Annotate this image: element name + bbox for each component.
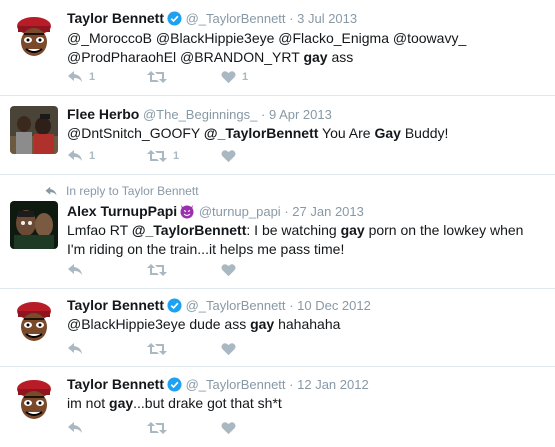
tweet-text: @_MoroccoB @BlackHippie3eye @Flacko_Enig… bbox=[67, 29, 547, 67]
reply-button[interactable]: 1 bbox=[67, 149, 95, 163]
highlighted-text: gay bbox=[250, 316, 275, 332]
tweet-timestamp[interactable]: 12 Jan 2012 bbox=[297, 377, 369, 392]
reply-icon bbox=[68, 422, 82, 433]
tweet-timestamp[interactable]: 3 Jul 2013 bbox=[297, 11, 357, 26]
separator-dot: · bbox=[284, 204, 289, 219]
tweet-text: Lmfao RT @_TaylorBennett: I be watching … bbox=[67, 221, 527, 259]
retweet-icon bbox=[147, 264, 167, 276]
author-handle[interactable]: @The_Beginnings_ bbox=[143, 107, 257, 122]
highlighted-text: Gay bbox=[374, 125, 401, 141]
tweet-item[interactable]: Taylor Bennett @_TaylorBennett · 10 Dec … bbox=[0, 289, 555, 367]
tweet-text-run: Buddy! bbox=[400, 125, 449, 141]
tweet-header: Alex TurnupPapi @turnup_papi · 27 Jan 20… bbox=[67, 203, 364, 223]
author-name[interactable]: Taylor Bennett bbox=[67, 10, 164, 26]
tweet-text: @DntSnitch_GOOFY @_TaylorBennett You Are… bbox=[67, 124, 547, 143]
reply-button[interactable] bbox=[67, 263, 89, 277]
like-button[interactable] bbox=[221, 263, 242, 277]
tweet-text-run: ass bbox=[327, 49, 354, 65]
like-button[interactable] bbox=[221, 421, 242, 435]
author-name[interactable]: Alex TurnupPapi bbox=[67, 203, 177, 219]
reply-context[interactable]: In reply to Taylor Bennett bbox=[44, 184, 199, 198]
tweet-text-run: @BlackHippie3eye dude ass bbox=[67, 316, 251, 332]
highlighted-text: gay bbox=[303, 49, 328, 65]
devil-emoji-icon bbox=[179, 203, 195, 223]
retweet-button[interactable] bbox=[147, 70, 173, 84]
reply-count: 1 bbox=[89, 150, 96, 162]
reply-button[interactable]: 1 bbox=[67, 70, 95, 84]
heart-icon bbox=[221, 71, 236, 84]
heart-icon bbox=[221, 150, 236, 163]
retweet-icon bbox=[147, 422, 167, 434]
tweet-item[interactable]: Taylor Bennett @_TaylorBennett · 3 Jul 2… bbox=[0, 0, 555, 96]
like-button[interactable]: 1 bbox=[221, 70, 248, 84]
tweet-text-run: : I be watching bbox=[246, 222, 341, 238]
reply-button[interactable] bbox=[67, 342, 89, 356]
separator-dot: · bbox=[289, 377, 294, 392]
reply-count: 1 bbox=[89, 71, 96, 83]
retweet-button[interactable] bbox=[147, 263, 173, 277]
highlighted-text: gay bbox=[109, 395, 134, 411]
separator-dot: · bbox=[261, 107, 266, 122]
reply-icon bbox=[68, 343, 82, 354]
tweet-text: @BlackHippie3eye dude ass gay hahahaha bbox=[67, 315, 547, 334]
retweet-button[interactable] bbox=[147, 342, 173, 356]
tweet-header: Flee Herbo @The_Beginnings_ · 9 Apr 2013 bbox=[67, 106, 332, 123]
author-name[interactable]: Flee Herbo bbox=[67, 106, 139, 122]
retweet-icon bbox=[147, 71, 167, 83]
author-handle[interactable]: @_TaylorBennett bbox=[186, 11, 286, 26]
retweet-button[interactable] bbox=[147, 421, 173, 435]
tweet-text-run: hahahaha bbox=[274, 316, 341, 332]
photo-avatar[interactable] bbox=[10, 106, 58, 154]
photo-avatar[interactable] bbox=[10, 201, 58, 249]
retweet-count: 1 bbox=[173, 150, 180, 162]
tweet-header: Taylor Bennett @_TaylorBennett · 12 Jan … bbox=[67, 376, 369, 396]
author-handle[interactable]: @_TaylorBennett bbox=[186, 377, 286, 392]
tweet-timestamp[interactable]: 10 Dec 2012 bbox=[297, 298, 371, 313]
cartoon-avatar[interactable] bbox=[10, 12, 58, 60]
tweet-timestamp[interactable]: 9 Apr 2013 bbox=[269, 107, 332, 122]
reply-context-label: In reply to Taylor Bennett bbox=[66, 184, 199, 198]
tweet-timeline: Taylor Bennett @_TaylorBennett · 3 Jul 2… bbox=[0, 0, 555, 447]
cartoon-avatar[interactable] bbox=[10, 375, 58, 423]
retweet-icon bbox=[147, 150, 167, 162]
author-handle[interactable]: @turnup_papi bbox=[199, 204, 281, 219]
like-button[interactable] bbox=[221, 342, 242, 356]
author-handle[interactable]: @_TaylorBennett bbox=[186, 298, 286, 313]
tweet-header: Taylor Bennett @_TaylorBennett · 3 Jul 2… bbox=[67, 10, 357, 30]
heart-icon bbox=[221, 343, 236, 356]
reply-button[interactable] bbox=[67, 421, 89, 435]
tweet-item[interactable]: Flee Herbo @The_Beginnings_ · 9 Apr 2013… bbox=[0, 96, 555, 175]
heart-icon bbox=[221, 422, 236, 435]
heart-icon bbox=[221, 264, 236, 277]
reply-icon bbox=[68, 264, 82, 275]
tweet-item[interactable]: Taylor Bennett @_TaylorBennett · 12 Jan … bbox=[0, 367, 555, 447]
tweet-text-run: @_MoroccoB @BlackHippie3eye @Flacko_Enig… bbox=[67, 30, 467, 65]
cartoon-avatar[interactable] bbox=[10, 297, 58, 345]
highlighted-text: gay bbox=[340, 222, 365, 238]
author-name[interactable]: Taylor Bennett bbox=[67, 376, 164, 392]
tweet-text: im not gay...but drake got that sh*t bbox=[67, 394, 547, 413]
reply-context-icon bbox=[45, 186, 57, 195]
separator-dot: · bbox=[289, 11, 294, 26]
tweet-text-run: ...but drake got that sh*t bbox=[133, 395, 282, 411]
tweet-text-run: Lmfao RT bbox=[67, 222, 132, 238]
highlighted-text: @_TaylorBennett bbox=[203, 125, 319, 141]
tweet-header: Taylor Bennett @_TaylorBennett · 10 Dec … bbox=[67, 297, 371, 317]
separator-dot: · bbox=[289, 298, 294, 313]
retweet-icon bbox=[147, 343, 167, 355]
reply-icon bbox=[68, 71, 82, 82]
tweet-timestamp[interactable]: 27 Jan 2013 bbox=[292, 204, 364, 219]
reply-icon bbox=[68, 150, 82, 161]
highlighted-text: @_TaylorBennett bbox=[131, 222, 247, 238]
author-name[interactable]: Taylor Bennett bbox=[67, 297, 164, 313]
tweet-text-run: You Are bbox=[318, 125, 375, 141]
verified-badge-icon bbox=[167, 11, 182, 30]
like-count: 1 bbox=[242, 71, 249, 83]
retweet-button[interactable]: 1 bbox=[147, 149, 179, 163]
tweet-text-run: im not bbox=[67, 395, 110, 411]
tweet-text-run: @DntSnitch_GOOFY bbox=[67, 125, 204, 141]
tweet-item[interactable]: In reply to Taylor Bennett Alex TurnupPa… bbox=[0, 175, 555, 289]
like-button[interactable] bbox=[221, 149, 242, 163]
